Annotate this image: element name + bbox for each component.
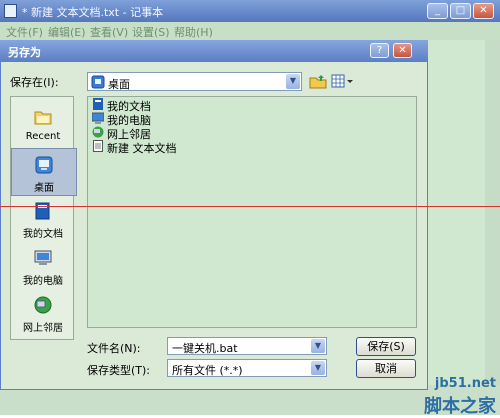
my-computer-icon: [34, 250, 52, 265]
recent-folder-icon: [34, 111, 52, 125]
chevron-down-icon[interactable]: ▼: [311, 361, 325, 375]
watermark-site: jb51.net: [434, 376, 496, 391]
place-desktop[interactable]: 桌面: [11, 148, 77, 196]
place-my-computer[interactable]: 我的电脑: [11, 242, 75, 288]
place-label: Recent: [25, 131, 61, 142]
my-documents-icon: [93, 98, 103, 110]
desktop-icon: [91, 75, 105, 89]
notepad-icon: [4, 4, 17, 18]
chevron-down-icon[interactable]: ▼: [311, 339, 325, 353]
maximize-button[interactable]: □: [450, 3, 471, 19]
filetype-value: 所有文件 (*.*): [172, 364, 243, 377]
save-in-dropdown[interactable]: 桌面 ▼: [87, 72, 302, 91]
place-my-documents[interactable]: 我的文档: [11, 195, 75, 241]
file-name: 新建 文本文档: [107, 142, 177, 155]
dialog-title: 另存为: [8, 46, 41, 59]
save-in-value: 桌面: [108, 78, 130, 91]
filename-value: 一键关机.bat: [172, 342, 238, 355]
place-label: 我的电脑: [23, 276, 63, 287]
notepad-menubar: 文件(F) 编辑(E) 查看(V) 设置(S) 帮助(H): [0, 22, 500, 40]
file-list[interactable]: 我的文档 我的电脑 网上邻居 新建 文本文档: [87, 96, 417, 328]
my-documents-icon: [35, 202, 50, 220]
help-button[interactable]: ?: [370, 43, 389, 58]
place-network[interactable]: 网上邻居: [11, 289, 75, 335]
notepad-scrollbar[interactable]: [485, 40, 500, 385]
network-places-icon: [92, 126, 104, 138]
close-button[interactable]: ✕: [473, 3, 494, 19]
menu-edit[interactable]: 编辑(E): [48, 24, 86, 40]
place-label: 网上邻居: [23, 323, 63, 334]
save-in-label: 保存在(I):: [10, 76, 59, 89]
red-guide-line: [0, 206, 500, 207]
view-menu-icon[interactable]: [331, 73, 355, 89]
menu-file[interactable]: 文件(F): [6, 24, 43, 40]
desktop-icon: [35, 156, 53, 174]
text-file-icon: [93, 140, 103, 152]
dialog-titlebar[interactable]: 另存为: [0, 40, 428, 62]
filetype-label: 保存类型(T):: [87, 364, 151, 377]
watermark: jb51.net 脚本之家: [396, 376, 500, 417]
menu-view[interactable]: 查看(V): [90, 24, 128, 40]
network-places-icon: [34, 296, 52, 314]
places-bar: Recent 桌面 我的文档 我的电脑 网上邻居: [10, 96, 77, 340]
dialog-close-button[interactable]: ✕: [393, 43, 412, 58]
my-computer-icon: [92, 112, 104, 124]
notepad-titlebar[interactable]: * 新建 文本文档.txt - 记事本: [0, 0, 500, 22]
menu-settings[interactable]: 设置(S): [132, 24, 170, 40]
chevron-down-icon[interactable]: ▼: [286, 74, 300, 89]
menu-help[interactable]: 帮助(H): [174, 24, 213, 40]
minimize-button[interactable]: _: [427, 3, 448, 19]
up-folder-icon[interactable]: [309, 73, 327, 89]
notepad-title: * 新建 文本文档.txt - 记事本: [22, 6, 164, 19]
place-label: 我的文档: [23, 229, 63, 240]
filename-label: 文件名(N):: [87, 342, 141, 355]
save-button[interactable]: 保存(S): [356, 337, 416, 356]
place-recent[interactable]: Recent: [11, 101, 75, 147]
watermark-name: 脚本之家: [424, 396, 496, 417]
place-label: 桌面: [34, 183, 54, 194]
filename-input[interactable]: 一键关机.bat ▼: [167, 337, 327, 355]
filetype-dropdown[interactable]: 所有文件 (*.*) ▼: [167, 359, 327, 377]
